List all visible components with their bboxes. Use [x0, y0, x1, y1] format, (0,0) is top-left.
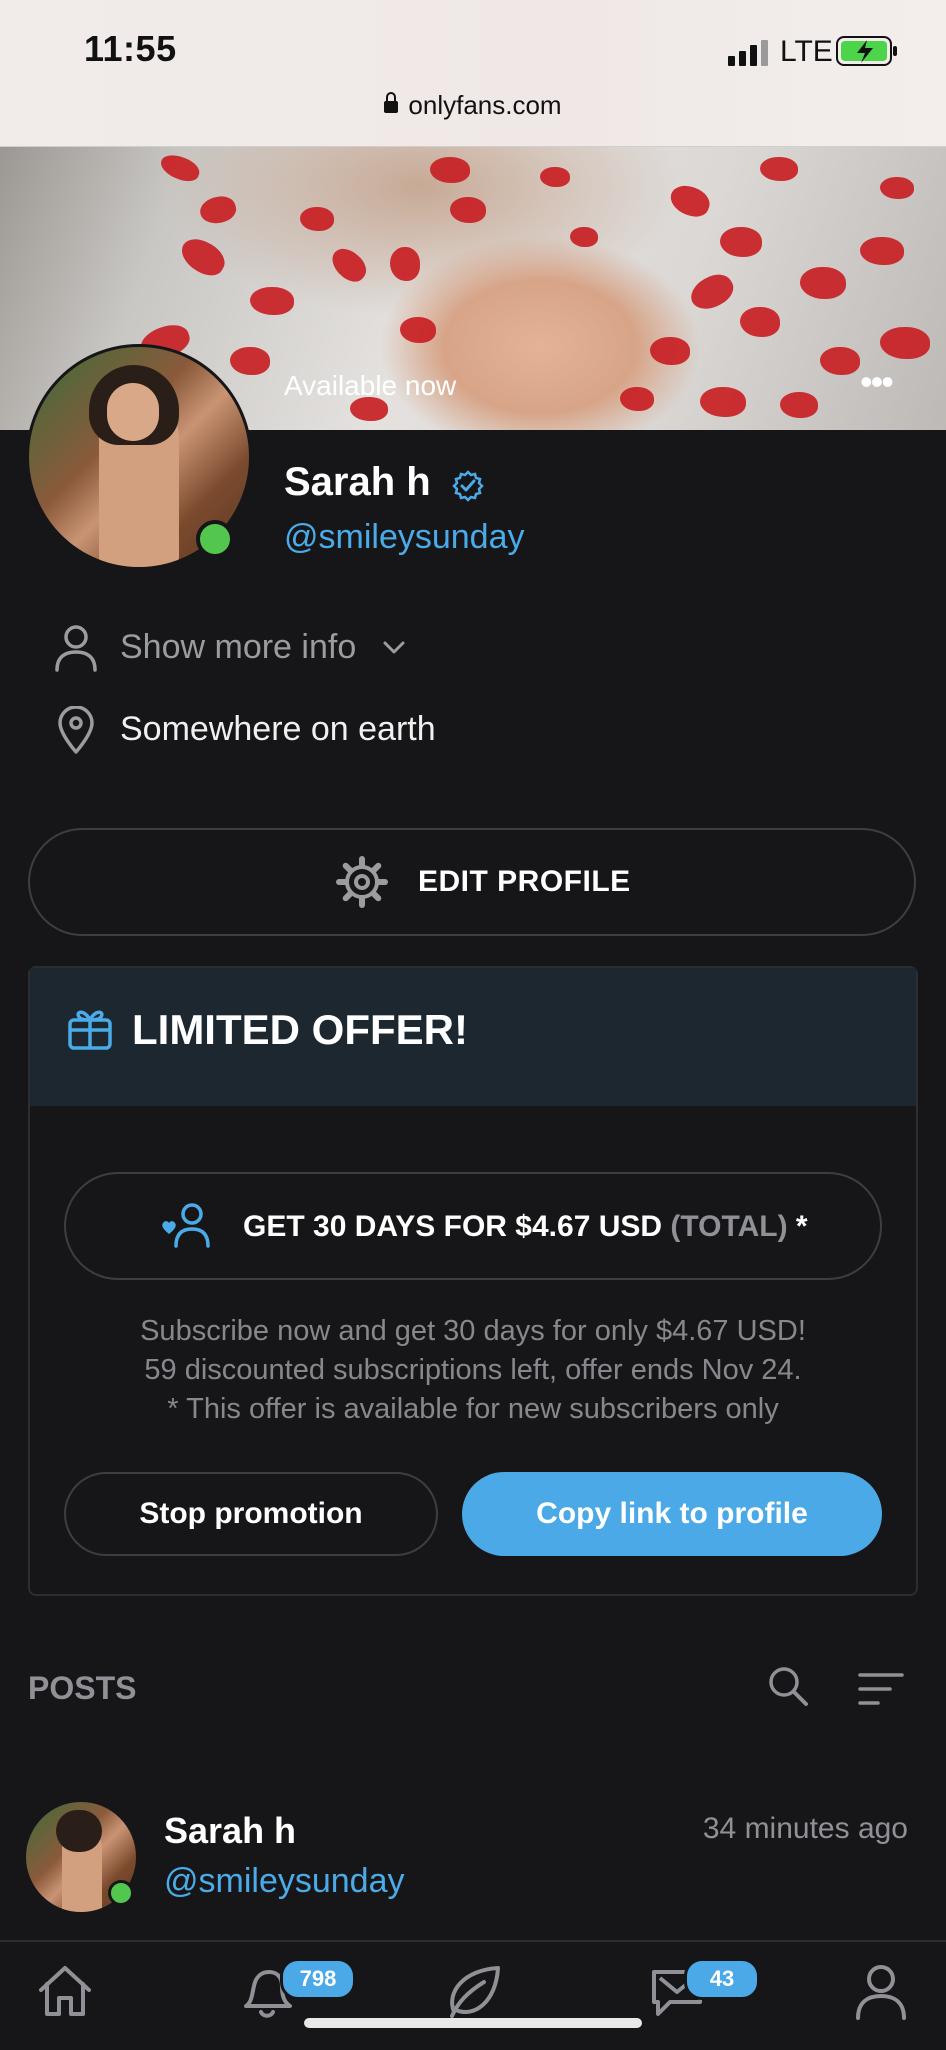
profile-handle[interactable]: @smileysunday [284, 518, 525, 557]
gift-icon [68, 1010, 112, 1050]
leaf-icon[interactable] [444, 1962, 502, 2020]
offer-desc-line: 59 discounted subscriptions left, offer … [144, 1354, 802, 1386]
offer-description: Subscribe now and get 30 days for only $… [64, 1312, 882, 1429]
offer-title: LIMITED OFFER! [132, 1006, 468, 1053]
person-icon [55, 625, 97, 672]
availability-status: Available now [284, 370, 457, 401]
notifications-badge: 798 [280, 1958, 356, 2000]
battery-charging-icon [836, 36, 897, 66]
search-icon[interactable] [766, 1664, 810, 1708]
chevron-down-icon[interactable] [382, 636, 406, 660]
profile-name: Sarah h [284, 460, 431, 504]
copy-link-button[interactable]: Copy link to profile [462, 1472, 882, 1556]
location-text: Somewhere on earth [120, 710, 436, 748]
show-more-info-link[interactable]: Show more info [120, 628, 356, 667]
post-timestamp: 34 minutes ago [702, 1812, 908, 1845]
subscribe-heart-user-icon [162, 1203, 210, 1248]
post-online-dot [108, 1880, 134, 1906]
home-indicator[interactable] [304, 2018, 642, 2028]
post-author-name[interactable]: Sarah h [164, 1810, 296, 1852]
location-pin-icon [58, 706, 94, 754]
verified-icon [452, 470, 484, 502]
post-author-handle[interactable]: @smileysunday [164, 1862, 405, 1901]
gear-icon [336, 856, 388, 908]
network-label: LTE [780, 35, 833, 68]
subscribe-offer-label: GET 30 DAYS FOR $4.67 USD (TOTAL) * [243, 1210, 808, 1244]
profile-icon[interactable] [852, 1962, 910, 2020]
status-time: 11:55 [84, 28, 177, 69]
sort-icon[interactable] [858, 1672, 904, 1706]
url-bar[interactable]: onlyfans.com [0, 90, 946, 121]
offer-total-text: (TOTAL) [670, 1210, 788, 1243]
edit-profile-label: EDIT PROFILE [418, 865, 631, 898]
status-bar [0, 0, 946, 147]
offer-desc-line: * This offer is available for new subscr… [167, 1393, 779, 1425]
posts-heading: POSTS [28, 1670, 137, 1706]
lock-icon [384, 92, 399, 113]
more-options-icon[interactable]: ••• [860, 364, 894, 400]
offer-desc-line: Subscribe now and get 30 days for only $… [140, 1315, 806, 1347]
offer-asterisk: * [787, 1210, 808, 1243]
messages-badge: 43 [684, 1958, 760, 2000]
signal-icon [728, 40, 768, 66]
home-icon[interactable] [36, 1962, 94, 2020]
url-text: onlyfans.com [408, 90, 562, 120]
offer-price-text: GET 30 DAYS FOR $4.67 USD [243, 1210, 671, 1243]
online-status-dot [196, 520, 234, 558]
stop-promotion-button[interactable]: Stop promotion [64, 1472, 438, 1556]
